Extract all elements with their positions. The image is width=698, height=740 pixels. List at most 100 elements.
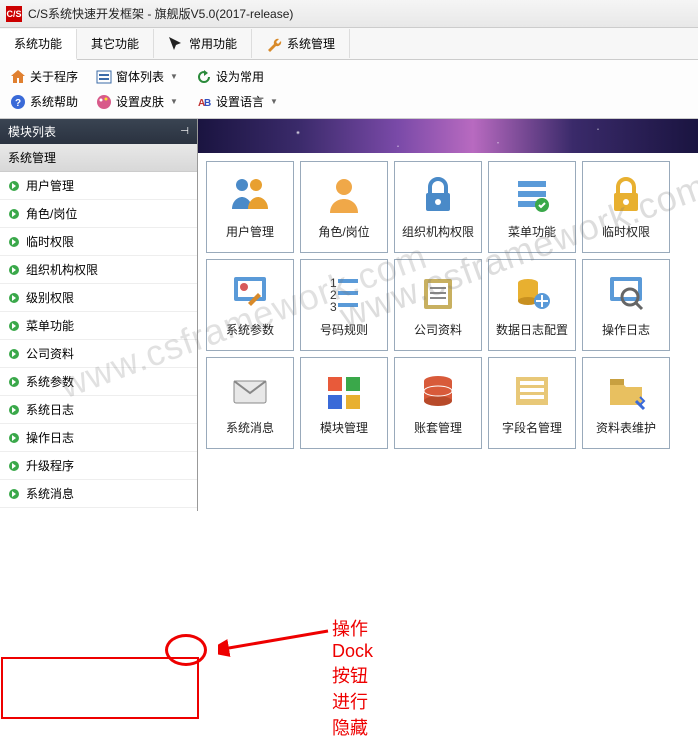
- module-label: 临时权限: [602, 223, 650, 240]
- annotation-arrow: [218, 619, 338, 659]
- bullet-icon: [8, 236, 20, 248]
- refresh-icon: [196, 69, 212, 85]
- module-label: 操作日志: [602, 321, 650, 338]
- module-cell-sys-param[interactable]: 系统参数: [206, 259, 294, 351]
- sidebar-panel-header: 模块列表 ⊣: [0, 119, 197, 144]
- cursor-icon: [168, 36, 184, 52]
- module-cell-sys-msg[interactable]: 系统消息: [206, 357, 294, 449]
- module-label: 系统消息: [226, 419, 274, 436]
- sidebar-item-label: 系统参数: [26, 373, 74, 390]
- module-cell-role[interactable]: 角色/岗位: [300, 161, 388, 253]
- set-common-button[interactable]: 设为常用: [194, 66, 266, 87]
- module-cell-temp-perm[interactable]: 临时权限: [582, 161, 670, 253]
- tab-system-mgmt[interactable]: 系统管理: [252, 29, 350, 58]
- help-button[interactable]: ? 系统帮助: [8, 91, 80, 112]
- module-cell-company[interactable]: 公司资料: [394, 259, 482, 351]
- module-cell-field-mgmt[interactable]: 字段名管理: [488, 357, 576, 449]
- module-label: 资料表维护: [596, 419, 656, 436]
- sidebar-item-label: 公司资料: [26, 345, 74, 362]
- chevron-down-icon: ▼: [170, 72, 178, 81]
- titlebar: C/S C/S系统快速开发框架 - 旗舰版V5.0(2017-release): [0, 0, 698, 28]
- tab-common-func[interactable]: 常用功能: [154, 29, 252, 58]
- module-cell-table-maint[interactable]: 资料表维护: [582, 357, 670, 449]
- module-label: 模块管理: [320, 419, 368, 436]
- pin-icon[interactable]: ⊣: [180, 126, 189, 137]
- module-cell-org-perm[interactable]: 组织机构权限: [394, 161, 482, 253]
- tab-other-func[interactable]: 其它功能: [77, 29, 154, 58]
- ribbon-tabs: 系统功能 其它功能 常用功能 系统管理: [0, 28, 698, 60]
- module-label: 字段名管理: [502, 419, 562, 436]
- sidebar-item-label: 升级程序: [26, 457, 74, 474]
- sidebar-item[interactable]: 级别权限: [0, 284, 197, 312]
- sidebar-item-label: 角色/岗位: [26, 205, 77, 222]
- content-area: 用户管理 角色/岗位 组织机构权限菜单功能临时权限系统参数 123号码规则公司资料 数据…: [198, 119, 698, 511]
- sidebar-item[interactable]: 角色/岗位: [0, 200, 197, 228]
- module-cell-mod-mgmt[interactable]: 模块管理: [300, 357, 388, 449]
- bullet-icon: [8, 488, 20, 500]
- sidebar-item-label: 用户管理: [26, 177, 74, 194]
- list-icon: [96, 69, 112, 85]
- window-title: C/S系统快速开发框架 - 旗舰版V5.0(2017-release): [28, 5, 293, 22]
- sidebar-item[interactable]: 临时权限: [0, 228, 197, 256]
- module-cell-user-mgmt[interactable]: 用户管理: [206, 161, 294, 253]
- skin-button[interactable]: 设置皮肤▼: [94, 91, 180, 112]
- sidebar-item[interactable]: 公司资料: [0, 340, 197, 368]
- module-cell-code-rule[interactable]: 123号码规则: [300, 259, 388, 351]
- sidebar-item-label: 级别权限: [26, 289, 74, 306]
- sidebar-item[interactable]: 系统日志: [0, 396, 197, 424]
- sidebar-item[interactable]: 菜单功能: [0, 312, 197, 340]
- sidebar-item-label: 系统日志: [26, 401, 74, 418]
- sidebar-item[interactable]: 系统参数: [0, 368, 197, 396]
- palette-icon: [96, 94, 112, 110]
- sidebar-item[interactable]: 升级程序: [0, 452, 197, 480]
- bullet-icon: [8, 292, 20, 304]
- app-icon: C/S: [6, 6, 22, 22]
- bullet-icon: [8, 460, 20, 472]
- annotation-text: 操作Dock按钮进行隐藏: [332, 615, 373, 740]
- module-label: 用户管理: [226, 223, 274, 240]
- bullet-icon: [8, 376, 20, 388]
- bullet-icon: [8, 432, 20, 444]
- sidebar-item[interactable]: 用户管理: [0, 172, 197, 200]
- module-label: 组织机构权限: [402, 223, 474, 240]
- tab-system-func[interactable]: 系统功能: [0, 29, 77, 60]
- annotation-rect: [1, 657, 199, 719]
- home-icon: [10, 69, 26, 85]
- language-button[interactable]: AB 设置语言▼: [194, 91, 280, 112]
- bullet-icon: [8, 320, 20, 332]
- module-label: 角色/岗位: [318, 223, 369, 240]
- module-cell-op-log[interactable]: 操作日志: [582, 259, 670, 351]
- sidebar-item-label: 系统消息: [26, 485, 74, 502]
- sidebar-tree: 用户管理角色/岗位临时权限组织机构权限级别权限菜单功能公司资料系统参数系统日志操…: [0, 172, 197, 511]
- chevron-down-icon: ▼: [270, 97, 278, 106]
- bullet-icon: [8, 264, 20, 276]
- bullet-icon: [8, 208, 20, 220]
- wrench-icon: [266, 36, 282, 52]
- module-label: 公司资料: [414, 321, 462, 338]
- sidebar-item-label: 操作日志: [26, 429, 74, 446]
- module-cell-menu-func[interactable]: 菜单功能: [488, 161, 576, 253]
- sidebar-item-label: 临时权限: [26, 233, 74, 250]
- sidebar-item[interactable]: 操作日志: [0, 424, 197, 452]
- sidebar-item[interactable]: 系统消息: [0, 480, 197, 508]
- sidebar-root[interactable]: 系统管理: [0, 144, 197, 172]
- annotation-oval: [165, 634, 207, 666]
- module-label: 数据日志配置: [496, 321, 568, 338]
- sidebar-item-label: 组织机构权限: [26, 261, 98, 278]
- svg-text:?: ?: [15, 98, 21, 109]
- sidebar-panel-title: 模块列表: [8, 123, 56, 140]
- module-label: 账套管理: [414, 419, 462, 436]
- sidebar-item-label: 菜单功能: [26, 317, 74, 334]
- bullet-icon: [8, 404, 20, 416]
- toolbar: 关于程序 窗体列表▼ 设为常用 ? 系统帮助 设置皮肤▼ AB 设置语言▼: [0, 60, 698, 119]
- module-cell-dblog[interactable]: 数据日志配置: [488, 259, 576, 351]
- about-button[interactable]: 关于程序: [8, 66, 80, 87]
- svg-text:B: B: [204, 98, 211, 109]
- module-label: 系统参数: [226, 321, 274, 338]
- module-cell-acct-mgmt[interactable]: 账套管理: [394, 357, 482, 449]
- bullet-icon: [8, 348, 20, 360]
- window-list-button[interactable]: 窗体列表▼: [94, 66, 180, 87]
- tab-background: [198, 119, 698, 153]
- help-icon: ?: [10, 94, 26, 110]
- sidebar-item[interactable]: 组织机构权限: [0, 256, 197, 284]
